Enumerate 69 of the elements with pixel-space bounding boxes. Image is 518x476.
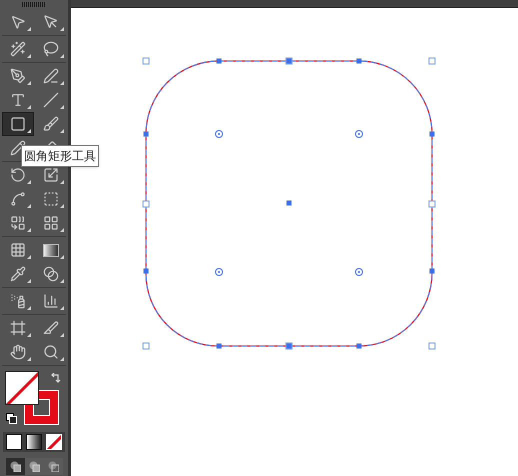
flyout-corner-icon — [60, 27, 64, 31]
bar-chart-icon — [42, 293, 58, 309]
spline-icon — [10, 191, 26, 207]
artboard-icon — [10, 320, 26, 336]
pencil-icon — [10, 140, 26, 156]
arrow-pointer-icon — [10, 14, 26, 30]
flyout-corner-icon — [26, 81, 30, 85]
flyout-corner-icon — [60, 54, 64, 58]
eyedropper-icon — [10, 266, 26, 282]
flyout-corner-icon — [26, 279, 30, 283]
flyout-corner-icon — [60, 180, 64, 184]
flyout-corner-icon — [60, 306, 64, 310]
gradient-icon — [42, 244, 58, 256]
draw-mode-icon — [10, 461, 20, 472]
rounded-square-icon — [10, 116, 26, 132]
letter-t-icon — [10, 92, 26, 108]
tooltip: 圆角矩形工具 — [21, 145, 99, 167]
hand-icon — [10, 344, 26, 360]
pen-icon — [42, 68, 58, 84]
brush-icon — [42, 116, 58, 132]
pen-nib-icon — [10, 68, 26, 84]
flyout-corner-icon — [26, 228, 30, 232]
default-colors-icon[interactable] — [6, 413, 17, 424]
draw-mode-button[interactable] — [44, 458, 62, 475]
flyout-corner-icon — [26, 27, 30, 31]
magic-wand-icon — [10, 41, 26, 57]
flyout-corner-icon — [60, 105, 64, 109]
blend-icon — [42, 266, 58, 282]
flyout-corner-icon — [60, 255, 64, 259]
flyout-corner-icon — [26, 204, 30, 208]
flyout-corner-icon — [60, 81, 64, 85]
flyout-corner-icon — [26, 54, 30, 58]
flyout-corner-icon — [60, 279, 64, 283]
flyout-corner-icon — [60, 333, 64, 337]
flyout-corner-icon — [26, 180, 30, 184]
flyout-corner-icon — [60, 204, 64, 208]
shapes-icon — [10, 215, 26, 231]
flyout-corner-icon — [60, 357, 64, 361]
mesh-icon — [10, 242, 26, 258]
flyout-corner-icon — [26, 129, 30, 133]
search-icon — [42, 344, 58, 360]
flyout-corner-icon — [26, 306, 30, 310]
draw-mode-icon — [28, 461, 40, 472]
draw-mode-button[interactable] — [6, 458, 24, 475]
swap-arrow-icon[interactable] — [51, 373, 61, 384]
flyout-corner-icon — [26, 357, 30, 361]
dashed-square-icon — [42, 191, 58, 207]
fill-swatch[interactable] — [5, 371, 39, 405]
draw-mode-icon — [48, 461, 58, 472]
flyout-corner-icon — [26, 255, 30, 259]
color-mode-button[interactable] — [46, 434, 62, 450]
scale-icon — [42, 167, 58, 183]
knife-icon — [42, 320, 58, 336]
flyout-corner-icon — [26, 105, 30, 109]
panel-grip-icon[interactable] — [22, 2, 46, 7]
arrow-pointer-icon — [42, 14, 58, 30]
rotate-icon — [10, 167, 26, 183]
color-mode-button[interactable] — [26, 434, 42, 450]
grid-icon — [42, 215, 58, 231]
line-icon — [42, 92, 58, 108]
draw-mode-button[interactable] — [24, 458, 44, 475]
spray-can-icon — [10, 293, 26, 309]
flyout-corner-icon — [26, 333, 30, 337]
lasso-icon — [42, 41, 58, 57]
flyout-corner-icon — [60, 129, 64, 133]
center-point-icon — [286, 200, 292, 206]
tool-button[interactable] — [2, 112, 34, 136]
color-mode-button[interactable] — [6, 434, 22, 450]
flyout-corner-icon — [60, 228, 64, 232]
